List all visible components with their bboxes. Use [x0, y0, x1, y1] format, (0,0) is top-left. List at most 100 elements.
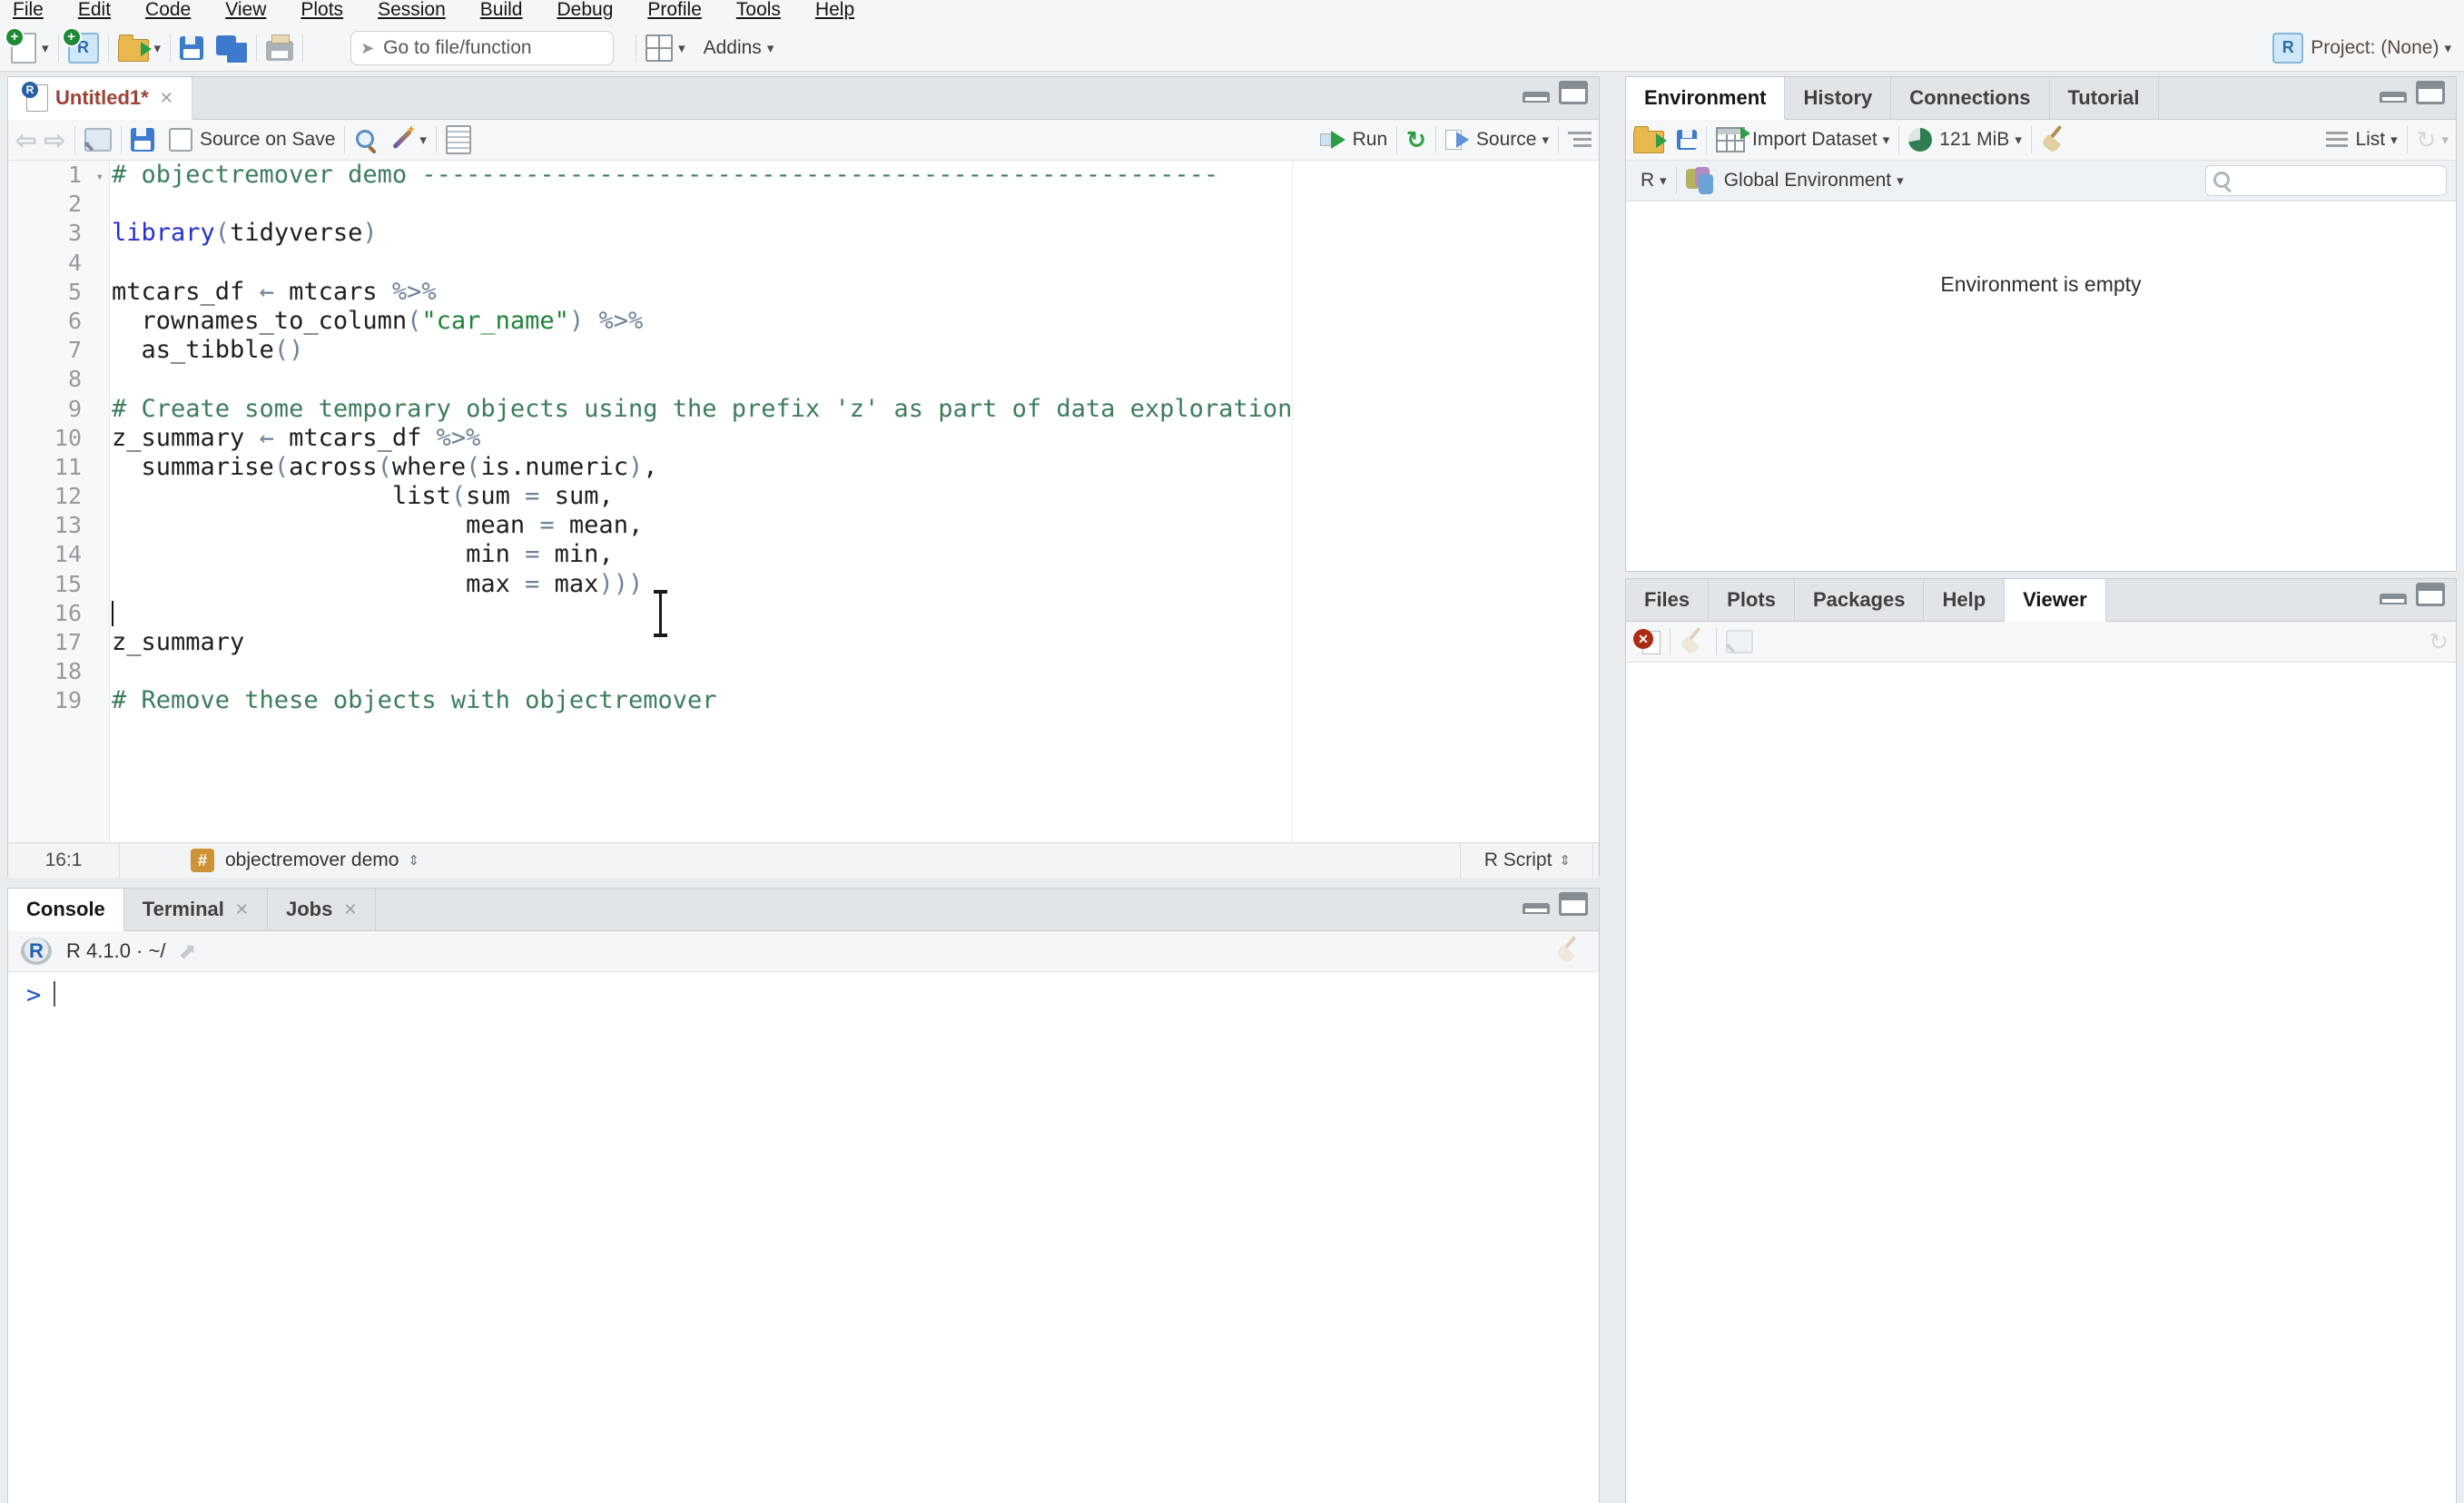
menu-code[interactable]: Code	[145, 0, 191, 21]
language-selector[interactable]: R	[1641, 170, 1654, 192]
list-view-caret-icon[interactable]: ▾	[2390, 132, 2398, 148]
minimize-pane-icon[interactable]	[2380, 594, 2407, 604]
back-icon[interactable]: ⇦	[15, 125, 36, 155]
close-jobs-icon[interactable]: ✕	[343, 900, 357, 919]
clear-viewer-item-icon[interactable]: ✕	[1633, 629, 1661, 654]
save-icon[interactable]	[180, 36, 204, 60]
memory-usage-button[interactable]: 121 MiB	[1939, 129, 2009, 151]
menu-tools[interactable]: Tools	[736, 0, 781, 21]
maximize-pane-icon[interactable]	[1559, 81, 1588, 104]
forward-icon[interactable]: ⇨	[44, 125, 64, 155]
viewer-new-window-icon[interactable]	[1724, 630, 1753, 657]
new-file-icon[interactable]: +	[5, 27, 36, 64]
viewer-content	[1626, 663, 2456, 1502]
menu-help[interactable]: Help	[815, 0, 854, 21]
tab-environment[interactable]: Environment	[1626, 77, 1786, 120]
minimize-pane-icon[interactable]	[1523, 903, 1550, 914]
save-all-icon[interactable]	[216, 35, 250, 64]
tab-history[interactable]: History	[1785, 77, 1892, 119]
code-lines[interactable]: # objectremover demo -------------------…	[110, 161, 1599, 716]
global-environment-icon	[1685, 167, 1717, 194]
new-file-caret-icon[interactable]: ▾	[42, 40, 49, 56]
console-popout-icon[interactable]: ⬈	[178, 938, 196, 965]
main-toolbar: + ▾ R + ▾ ➤ Go to file/function ▾ Addins …	[0, 25, 2464, 72]
list-view-button[interactable]: List	[2355, 129, 2385, 151]
refresh-viewer-icon[interactable]: ↻	[2429, 630, 2449, 653]
global-environment-caret-icon[interactable]: ▾	[1897, 172, 1904, 189]
tab-console[interactable]: Console	[8, 889, 124, 931]
tab-untitled1[interactable]: Untitled1* ✕	[8, 77, 192, 120]
tab-files[interactable]: Files	[1626, 579, 1710, 621]
open-file-caret-icon[interactable]: ▾	[154, 40, 162, 56]
tab-viewer[interactable]: Viewer	[2005, 579, 2106, 622]
search-icon	[2212, 170, 2233, 192]
menu-file[interactable]: File	[13, 0, 44, 21]
global-environment-selector[interactable]: Global Environment	[1724, 170, 1891, 192]
goto-file-box[interactable]: ➤ Go to file/function	[350, 31, 615, 65]
close-tab-icon[interactable]: ✕	[160, 89, 173, 108]
clear-console-icon[interactable]	[1555, 937, 1582, 964]
rerun-icon[interactable]: ↻	[1406, 126, 1426, 154]
new-project-icon[interactable]: R +	[61, 27, 99, 64]
source-caret-icon[interactable]: ▾	[1542, 132, 1549, 148]
menu-plots[interactable]: Plots	[301, 0, 343, 21]
maximize-pane-icon[interactable]	[2416, 583, 2445, 606]
load-workspace-icon[interactable]	[1633, 126, 1667, 153]
tab-tutorial[interactable]: Tutorial	[2050, 77, 2159, 119]
open-file-icon[interactable]	[117, 34, 152, 62]
code-area[interactable]: 1 ▾ 2 3 4 5 6 7 8 9 10 11 12 13 14 15 16 17 18 19 # objectr…	[8, 161, 1599, 842]
addins-button[interactable]: Addins	[704, 37, 762, 59]
environment-search-input[interactable]	[2205, 165, 2447, 196]
import-dataset-caret-icon[interactable]: ▾	[1883, 132, 1890, 148]
source-editor-pane: Untitled1* ✕ ⇦ ⇨ Source on Save ▾	[7, 76, 1600, 878]
project-menu[interactable]: R Project: (None) ▾	[2262, 25, 2451, 71]
tab-connections[interactable]: Connections	[1891, 77, 2050, 119]
memory-caret-icon[interactable]: ▾	[2015, 132, 2022, 148]
language-caret-icon[interactable]: ▾	[1660, 172, 1667, 189]
menu-profile[interactable]: Profile	[647, 0, 702, 21]
tab-help[interactable]: Help	[1924, 579, 2006, 621]
code-tools-icon[interactable]	[387, 123, 416, 153]
refresh-caret-icon[interactable]: ▾	[2441, 132, 2449, 148]
print-icon[interactable]	[266, 34, 294, 61]
section-name[interactable]: objectremover demo	[225, 850, 399, 871]
import-dataset-button[interactable]: Import Dataset	[1752, 129, 1878, 151]
minimize-pane-icon[interactable]	[1523, 92, 1550, 103]
toolbar-separator	[107, 34, 109, 62]
packages-tab-label: Packages	[1812, 588, 1906, 611]
addins-caret-icon[interactable]: ▾	[767, 40, 774, 56]
console-body[interactable]: >	[8, 972, 1599, 1009]
source-on-save-checkbox[interactable]	[168, 128, 192, 152]
file-type-selector[interactable]: R Script ⇕	[1459, 843, 1593, 878]
maximize-pane-icon[interactable]	[2416, 81, 2445, 104]
close-terminal-icon[interactable]: ✕	[235, 900, 249, 919]
pane-layout-icon[interactable]	[646, 34, 674, 62]
pane-layout-caret-icon[interactable]: ▾	[678, 40, 685, 56]
mouse-ibeam-cursor	[652, 590, 668, 637]
tab-plots[interactable]: Plots	[1709, 579, 1795, 621]
clear-workspace-icon[interactable]	[2041, 126, 2068, 153]
menu-view[interactable]: View	[225, 0, 266, 21]
compile-report-icon[interactable]	[445, 125, 471, 154]
menu-build[interactable]: Build	[480, 0, 523, 21]
minimize-pane-icon[interactable]	[2380, 92, 2407, 103]
maximize-pane-icon[interactable]	[1559, 892, 1588, 916]
refresh-environment-icon[interactable]: ↻	[2417, 128, 2437, 152]
menu-debug[interactable]: Debug	[557, 0, 613, 21]
save-workspace-icon[interactable]	[1677, 130, 1697, 150]
source-button[interactable]: Source	[1476, 129, 1537, 151]
clear-all-viewer-icon[interactable]	[1680, 628, 1707, 655]
tab-packages[interactable]: Packages	[1795, 579, 1925, 621]
menu-session[interactable]: Session	[378, 0, 446, 21]
run-button[interactable]: Run	[1353, 129, 1388, 151]
tab-terminal[interactable]: Terminal ✕	[124, 889, 268, 930]
open-new-window-icon[interactable]	[83, 128, 112, 155]
code-tools-caret-icon[interactable]: ▾	[419, 132, 427, 148]
r-version-label: R 4.1.0 · ~/	[66, 939, 166, 962]
document-outline-icon[interactable]	[1568, 130, 1592, 150]
menu-edit[interactable]: Edit	[78, 0, 111, 21]
tab-jobs[interactable]: Jobs ✕	[268, 889, 377, 930]
save-source-icon[interactable]	[130, 128, 154, 152]
section-updown-icon[interactable]: ⇕	[408, 852, 419, 869]
find-replace-icon[interactable]	[354, 128, 378, 152]
